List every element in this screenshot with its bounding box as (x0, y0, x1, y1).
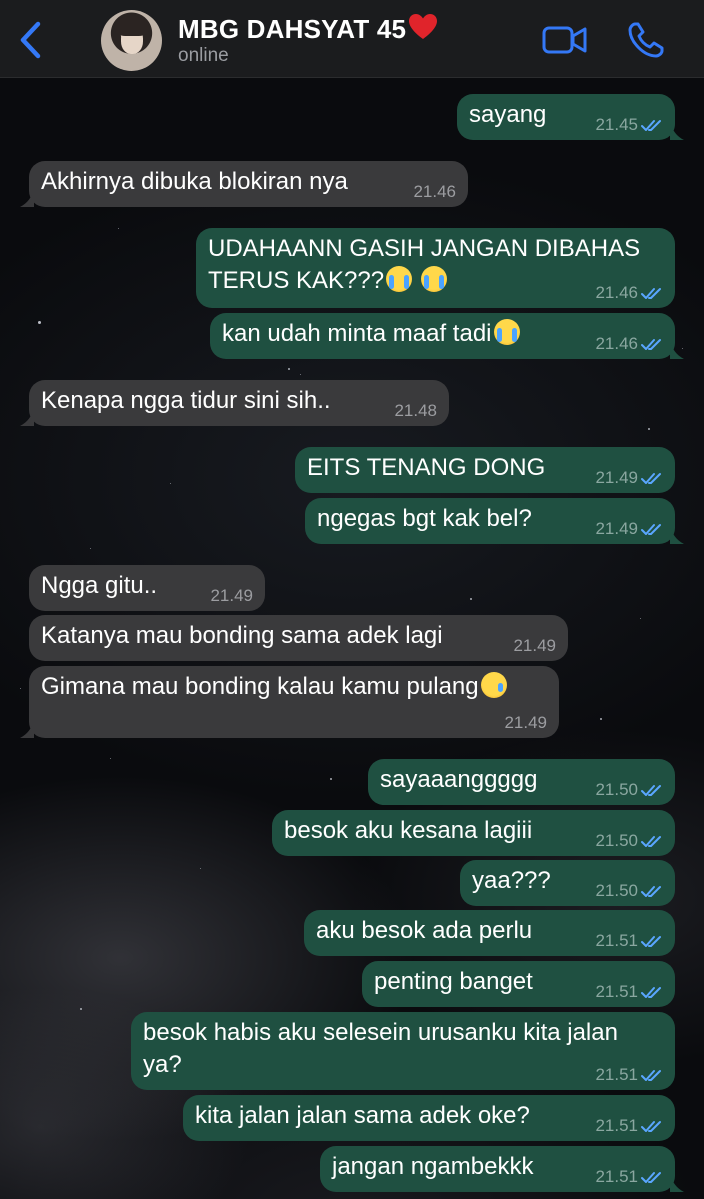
message-time: 21.49 (595, 468, 638, 487)
message-time: 21.46 (413, 182, 456, 201)
message-incoming[interactable]: Katanya mau bonding sama adek lagi 21.49 (29, 615, 568, 661)
message-meta: 21.50 (595, 780, 663, 800)
video-camera-icon (542, 26, 587, 54)
message-meta: 21.50 (595, 881, 663, 901)
message-time: 21.46 (595, 334, 638, 353)
contact-avatar[interactable] (101, 10, 162, 71)
message-time: 21.51 (595, 1116, 638, 1135)
double-check-icon (641, 785, 661, 796)
message-meta: 21.45 (595, 115, 663, 135)
message-outgoing[interactable]: sayaaanggggg 21.50 (368, 759, 675, 805)
message-time: 21.49 (504, 713, 547, 732)
message-outgoing[interactable]: UDAHAANN GASIH JANGAN DIBAHAS TERUS KAK?… (196, 228, 675, 308)
message-incoming[interactable]: Kenapa ngga tidur sini sih.. 21.48 (20, 380, 449, 426)
message-time: 21.50 (595, 780, 638, 799)
double-check-icon (641, 120, 661, 131)
contact-name[interactable]: MBG DAHSYAT 45 (178, 13, 438, 45)
chevron-left-icon (20, 21, 41, 59)
message-meta: 21.46 (595, 334, 663, 354)
message-incoming[interactable]: Gimana mau bonding kalau kamu pulang 21.… (20, 666, 559, 738)
message-meta: 21.49 (595, 519, 663, 539)
message-outgoing[interactable]: jangan ngambekkk 21.51 (320, 1146, 684, 1192)
message-incoming[interactable]: Ngga gitu.. 21.49 (29, 565, 265, 611)
message-outgoing[interactable]: besok habis aku selesein urusanku kita j… (131, 1012, 675, 1090)
double-check-icon (641, 1070, 661, 1081)
message-outgoing[interactable]: penting banget 21.51 (362, 961, 675, 1007)
double-check-icon (641, 524, 661, 535)
double-check-icon (641, 1172, 661, 1183)
crying-emoji (386, 266, 413, 292)
message-time: 21.51 (595, 1167, 638, 1186)
message-time: 21.50 (595, 831, 638, 850)
message-time: 21.50 (595, 881, 638, 900)
message-meta: 21.51 (595, 1116, 663, 1136)
message-text: Akhirnya dibuka blokiran nya (41, 168, 348, 195)
double-check-icon (641, 936, 661, 947)
crying-emoji (493, 319, 520, 345)
crying-emoji (420, 266, 447, 292)
message-outgoing[interactable]: sayang 21.45 (457, 94, 684, 140)
contact-status: online (178, 45, 229, 66)
message-meta: 21.49 (595, 468, 663, 488)
message-time: 21.48 (394, 401, 437, 420)
message-text-line2: ya? (143, 1051, 182, 1078)
double-check-icon (641, 1121, 661, 1132)
phone-icon (628, 22, 664, 58)
sad-emoji (480, 672, 507, 698)
double-check-icon (641, 987, 661, 998)
message-text: besok habis aku selesein urusanku kita j… (143, 1019, 618, 1046)
double-check-icon (641, 288, 661, 299)
message-text: kita jalan jalan sama adek oke? (195, 1102, 530, 1129)
double-check-icon (641, 836, 661, 847)
double-check-icon (641, 473, 661, 484)
video-call-button[interactable] (542, 24, 588, 56)
message-text-line: Gimana mau bonding kalau kamu pulang (41, 671, 547, 703)
message-meta: 21.51 (595, 1065, 663, 1085)
message-outgoing[interactable]: besok aku kesana lagiii 21.50 (272, 810, 675, 856)
double-check-icon (641, 339, 661, 350)
message-time: 21.46 (595, 283, 638, 302)
message-text: Kenapa ngga tidur sini sih.. (41, 387, 331, 414)
message-time: 21.51 (595, 1065, 638, 1084)
message-meta: 21.46 (595, 283, 663, 303)
heart-icon (409, 14, 438, 39)
double-check-icon (641, 886, 661, 897)
message-time: 21.49 (595, 519, 638, 538)
message-outgoing[interactable]: yaa??? 21.50 (460, 860, 675, 906)
message-outgoing[interactable]: aku besok ada perlu 21.51 (304, 910, 675, 956)
message-time: 21.45 (595, 115, 638, 134)
message-outgoing[interactable]: kan udah minta maaf tadi 21.46 (210, 313, 684, 359)
message-incoming[interactable]: Akhirnya dibuka blokiran nya 21.46 (20, 161, 468, 207)
message-time: 21.51 (595, 931, 638, 950)
contact-name-text: MBG DAHSYAT 45 (178, 14, 407, 44)
message-text: UDAHAANN GASIH JANGAN DIBAHAS (208, 235, 641, 262)
chat-header: MBG DAHSYAT 45 online (0, 0, 704, 78)
message-meta: 21.50 (595, 831, 663, 851)
message-text: Katanya mau bonding sama adek lagi (41, 622, 443, 649)
message-meta: 21.51 (595, 982, 663, 1002)
message-meta: 21.51 (595, 1167, 663, 1187)
voice-call-button[interactable] (626, 20, 666, 60)
message-time: 21.49 (513, 636, 556, 655)
back-button[interactable] (16, 20, 46, 60)
message-time: 21.49 (210, 586, 253, 605)
message-meta: 21.51 (595, 931, 663, 951)
message-outgoing[interactable]: kita jalan jalan sama adek oke? 21.51 (183, 1095, 675, 1141)
message-outgoing[interactable]: EITS TENANG DONG 21.49 (295, 447, 675, 493)
message-outgoing[interactable]: ngegas bgt kak bel? 21.49 (305, 498, 684, 544)
message-time: 21.51 (595, 982, 638, 1001)
